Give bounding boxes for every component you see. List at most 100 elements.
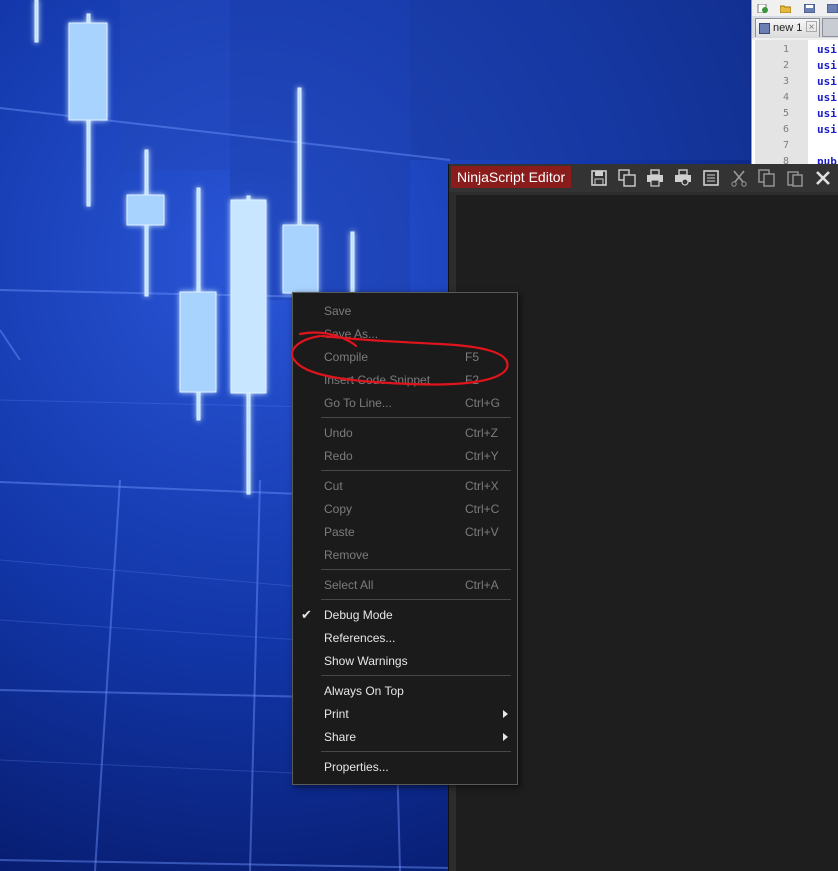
code-line: 1 usi: [752, 42, 838, 58]
menu-item-undo[interactable]: Undo Ctrl+Z: [295, 422, 515, 444]
tab-next[interactable]: [822, 18, 838, 37]
menu-item-label: Compile: [324, 350, 369, 364]
line-code: usi: [817, 43, 837, 56]
save-icon[interactable]: [589, 168, 609, 188]
page-setup-icon[interactable]: [701, 168, 721, 188]
line-code: usi: [817, 59, 837, 72]
menu-item-copy[interactable]: Copy Ctrl+C: [295, 498, 515, 520]
line-code: usi: [817, 75, 837, 88]
menu-item-show-warnings[interactable]: Show Warnings: [295, 650, 515, 672]
menu-item-label: Insert Code Snippet: [324, 373, 431, 387]
menu-item-save-as[interactable]: Save As...: [295, 323, 515, 345]
menu-item-label: Go To Line...: [324, 396, 392, 410]
menu-item-label: Paste: [324, 525, 355, 539]
notepadpp-tabbar: new 1 ×: [752, 16, 838, 38]
menu-separator: [321, 751, 511, 752]
menu-item-label: Remove: [324, 548, 369, 562]
menu-item-shortcut: Ctrl+X: [465, 479, 499, 493]
close-icon[interactable]: [813, 168, 833, 188]
submenu-arrow-icon: [503, 710, 508, 718]
submenu-arrow-icon: [503, 733, 508, 741]
menu-item-debug-mode[interactable]: ✔ Debug Mode: [295, 604, 515, 626]
save-all-icon[interactable]: [617, 168, 637, 188]
notepadpp-window: new 1 × 1 usi 2 usi 3 usi 4 usi 5 usi 6 …: [751, 0, 838, 166]
menu-item-label: Debug Mode: [324, 608, 393, 622]
menu-item-shortcut: Ctrl+Y: [465, 449, 499, 463]
menu-item-cut[interactable]: Cut Ctrl+X: [295, 475, 515, 497]
menu-item-label: Copy: [324, 502, 353, 516]
code-line: 3 usi: [752, 74, 838, 90]
code-line: 6 usi: [752, 122, 838, 138]
print-preview-icon[interactable]: [673, 168, 693, 188]
menu-item-always-on-top[interactable]: Always On Top: [295, 680, 515, 702]
menu-item-shortcut: F2: [465, 373, 480, 387]
menu-separator: [321, 417, 511, 418]
menu-item-label: Show Warnings: [324, 654, 408, 668]
line-number: 6: [782, 124, 789, 135]
menu-item-insert-code-snippet[interactable]: Insert Code Snippet F2: [295, 369, 515, 391]
menu-item-compile[interactable]: Compile F5: [295, 346, 515, 368]
save-icon[interactable]: [803, 0, 816, 14]
menu-item-shortcut: F5: [465, 350, 480, 364]
line-number: 5: [782, 108, 789, 119]
line-code: usi: [817, 123, 837, 136]
tab-new-1[interactable]: new 1 ×: [755, 18, 820, 37]
notepadpp-editor[interactable]: 1 usi 2 usi 3 usi 4 usi 5 usi 6 usi 7 8: [752, 40, 838, 166]
menu-item-label: Select All: [324, 578, 374, 592]
checkmark-icon: ✔: [301, 607, 312, 622]
menu-item-redo[interactable]: Redo Ctrl+Y: [295, 445, 515, 467]
menu-item-label: Cut: [324, 479, 343, 493]
menu-item-label: Properties...: [324, 760, 389, 774]
context-menu: Save Save As... Compile F5 Insert Code S…: [292, 292, 518, 785]
menu-item-go-to-line[interactable]: Go To Line... Ctrl+G: [295, 392, 515, 414]
menu-item-label: Save As...: [324, 327, 379, 341]
menu-item-shortcut: Ctrl+A: [465, 578, 499, 592]
line-number: 3: [782, 76, 789, 87]
menu-item-label: Undo: [324, 426, 353, 440]
save-state-icon: [759, 23, 770, 34]
menu-item-shortcut: Ctrl+V: [465, 525, 499, 539]
cut-icon[interactable]: [729, 168, 749, 188]
menu-item-label: Redo: [324, 449, 353, 463]
menu-item-save[interactable]: Save: [295, 300, 515, 322]
menu-item-share[interactable]: Share: [295, 726, 515, 748]
save-all-icon[interactable]: [826, 0, 838, 14]
line-number: 7: [782, 140, 789, 151]
menu-item-print[interactable]: Print: [295, 703, 515, 725]
menu-item-label: Always On Top: [324, 684, 404, 698]
menu-separator: [321, 569, 511, 570]
window-title: NinjaScript Editor: [451, 166, 572, 188]
menu-item-shortcut: Ctrl+C: [465, 502, 500, 516]
print-icon[interactable]: [645, 168, 665, 188]
code-line: 5 usi: [752, 106, 838, 122]
tab-close-icon[interactable]: ×: [806, 21, 817, 33]
menu-separator: [321, 599, 511, 600]
new-file-icon[interactable]: [757, 0, 768, 14]
menu-separator: [321, 470, 511, 471]
tab-label: new 1: [773, 22, 803, 34]
notepadpp-toolbar: [752, 0, 838, 14]
menu-item-properties[interactable]: Properties...: [295, 756, 515, 778]
line-number: 4: [782, 92, 789, 103]
menu-item-label: Share: [324, 730, 357, 744]
menu-item-remove[interactable]: Remove: [295, 544, 515, 566]
line-code: usi: [817, 107, 837, 120]
menu-item-shortcut: Ctrl+Z: [465, 426, 498, 440]
paste-icon[interactable]: [785, 168, 805, 188]
menu-item-select-all[interactable]: Select All Ctrl+A: [295, 574, 515, 596]
menu-item-paste[interactable]: Paste Ctrl+V: [295, 521, 515, 543]
menu-item-references[interactable]: References...: [295, 627, 515, 649]
line-number: 2: [782, 60, 789, 71]
title-bar[interactable]: NinjaScript Editor: [449, 164, 838, 192]
menu-item-label: References...: [324, 631, 396, 645]
code-line: 4 usi: [752, 90, 838, 106]
code-line: 2 usi: [752, 58, 838, 74]
line-code: usi: [817, 91, 837, 104]
menu-item-shortcut: Ctrl+G: [465, 396, 501, 410]
open-folder-icon[interactable]: [779, 0, 792, 14]
menu-separator: [321, 675, 511, 676]
menu-item-label: Print: [324, 707, 349, 721]
menu-item-label: Save: [324, 304, 352, 318]
code-line: 7: [752, 138, 838, 154]
copy-icon[interactable]: [757, 168, 777, 188]
